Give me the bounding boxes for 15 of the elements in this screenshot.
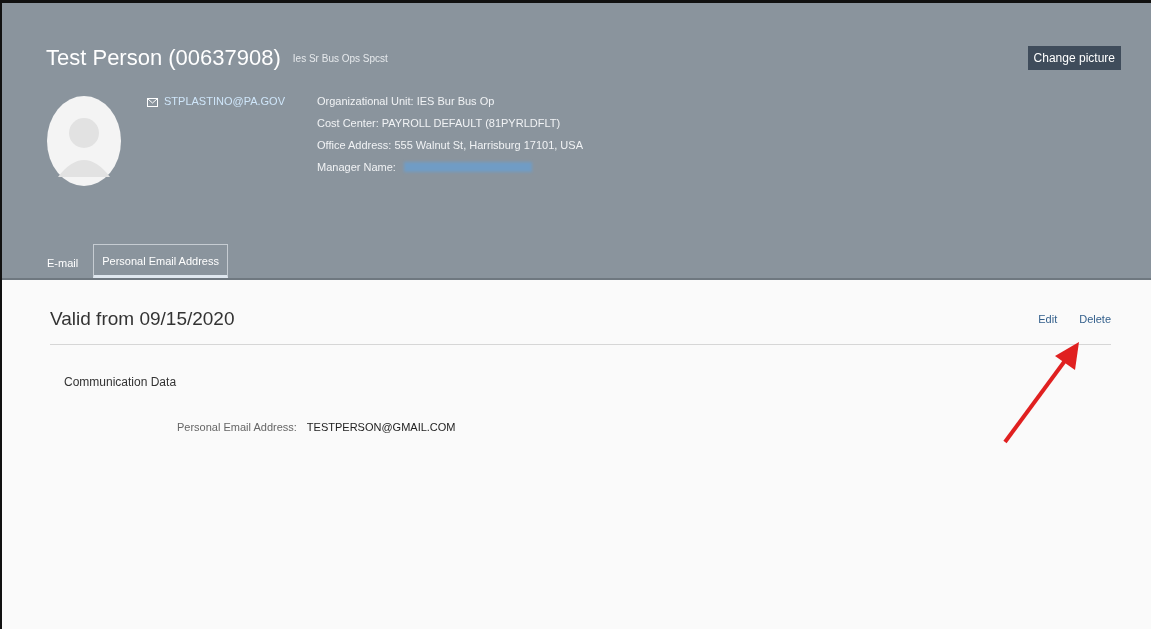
employee-name: Test Person (00637908) <box>46 45 281 71</box>
avatar-icon <box>46 95 122 187</box>
detail-text: Cost Center: PAYROLL DEFAULT (81PYRLDFLT) <box>317 117 562 129</box>
action-link[interactable]: Delete <box>1079 313 1111 325</box>
change-picture-button[interactable]: Change picture <box>1027 46 1121 70</box>
record-title: Valid from 09/15/2020 <box>50 308 235 330</box>
detail-text: Office Address: 555 Walnut St, Harrisburg 17101, USA <box>317 139 583 151</box>
detail-label: Manager Name: <box>317 161 396 173</box>
mail-icon <box>147 98 158 107</box>
section-title: Communication Data <box>63 374 178 389</box>
action-link[interactable]: Edit <box>1038 313 1058 325</box>
field-label: Personal Email Address: <box>177 421 297 433</box>
field-value: TESTPERSON@GMAIL.COM <box>306 421 456 433</box>
detail-text: Organizational Unit: IES Bur Bus Op <box>317 95 496 107</box>
job-title: Ies Sr Bus Ops Spcst <box>292 52 388 64</box>
